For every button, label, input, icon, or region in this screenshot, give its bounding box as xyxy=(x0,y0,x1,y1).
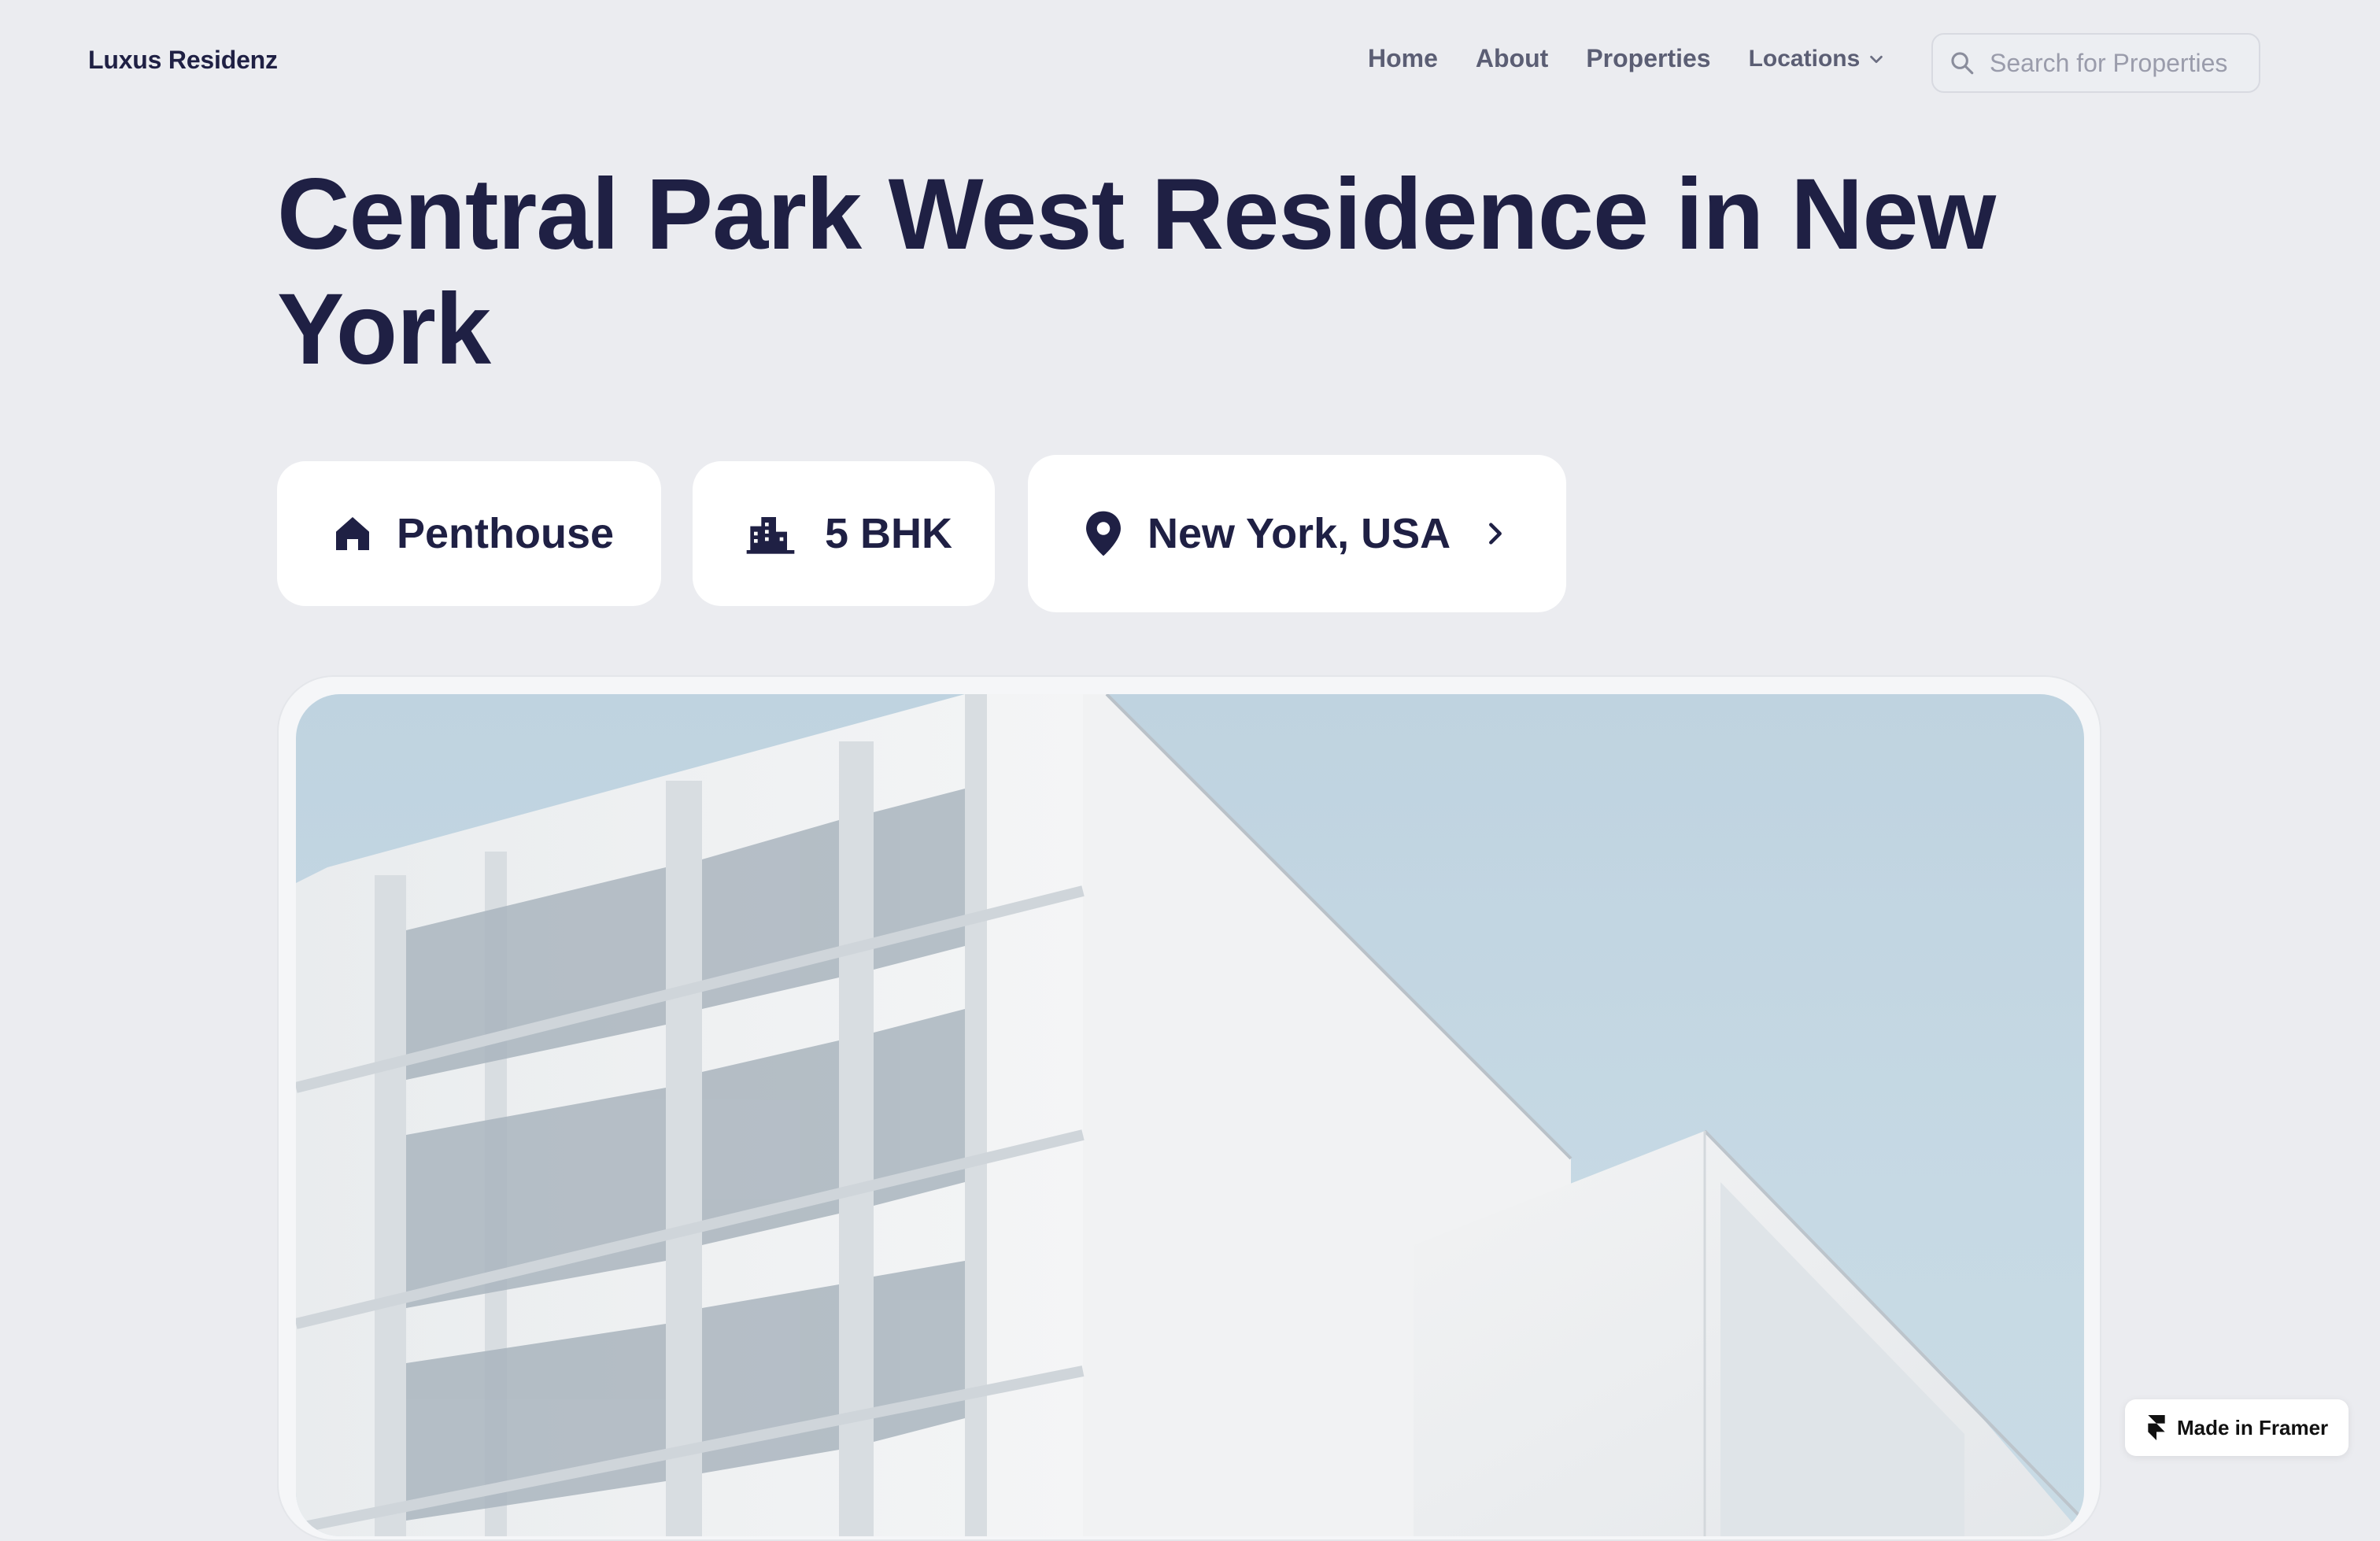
nav-home[interactable]: Home xyxy=(1368,44,1438,73)
property-location-label: New York, USA xyxy=(1148,510,1451,557)
made-in-framer-label: Made in Framer xyxy=(2177,1415,2329,1439)
hero-building-image xyxy=(296,694,2084,1536)
property-type-chip: Penthouse xyxy=(277,461,661,606)
main-nav: Home About Properties Locations xyxy=(1368,44,1924,73)
chevron-right-icon xyxy=(1489,523,1502,545)
nav-locations-dropdown[interactable]: Locations xyxy=(1749,46,1886,72)
home-icon xyxy=(336,517,369,550)
map-pin-icon xyxy=(1086,511,1121,556)
property-location-chip[interactable]: New York, USA xyxy=(1028,455,1566,612)
search-box[interactable] xyxy=(1931,33,2260,93)
property-rooms-label: 5 BHK xyxy=(825,510,953,557)
building-icon xyxy=(746,517,795,554)
property-rooms-chip: 5 BHK xyxy=(693,461,995,606)
brand-logo[interactable]: Luxus Residenz xyxy=(88,46,278,75)
property-type-label: Penthouse xyxy=(397,510,615,557)
framer-logo-icon xyxy=(2148,1415,2165,1440)
search-input[interactable] xyxy=(1988,47,2248,79)
page-title: Central Park West Residence in New York xyxy=(277,158,1996,386)
search-icon xyxy=(1951,52,1974,75)
nav-about[interactable]: About xyxy=(1476,44,1548,73)
nav-locations-label: Locations xyxy=(1748,45,1861,72)
made-in-framer-badge[interactable]: Made in Framer xyxy=(2125,1399,2349,1456)
nav-properties[interactable]: Properties xyxy=(1586,44,1710,73)
chevron-down-icon xyxy=(1870,55,1883,63)
